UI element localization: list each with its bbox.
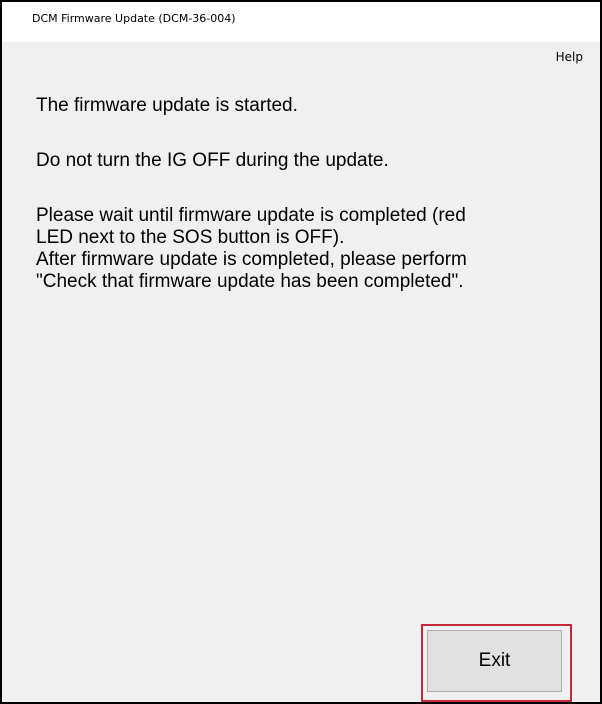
menu-bar: Help (2, 42, 600, 78)
dialog-window: DCM Firmware Update (DCM-36-004) Help Th… (0, 0, 602, 704)
help-menu-item[interactable]: Help (556, 50, 583, 64)
title-bar[interactable]: DCM Firmware Update (DCM-36-004) (2, 2, 600, 42)
window-title: DCM Firmware Update (DCM-36-004) (32, 12, 236, 25)
message-started: The firmware update is started. (36, 95, 298, 116)
instruction-line: After firmware update is completed, plea… (36, 249, 467, 270)
message-instructions: Please wait until firmware update is com… (36, 205, 592, 293)
instruction-line: Please wait until firmware update is com… (36, 205, 466, 226)
instruction-line: LED next to the SOS button is OFF). (36, 227, 345, 248)
exit-button[interactable]: Exit (427, 630, 562, 692)
message-warning: Do not turn the IG OFF during the update… (36, 150, 389, 171)
instruction-line: "Check that firmware update has been com… (36, 271, 464, 292)
